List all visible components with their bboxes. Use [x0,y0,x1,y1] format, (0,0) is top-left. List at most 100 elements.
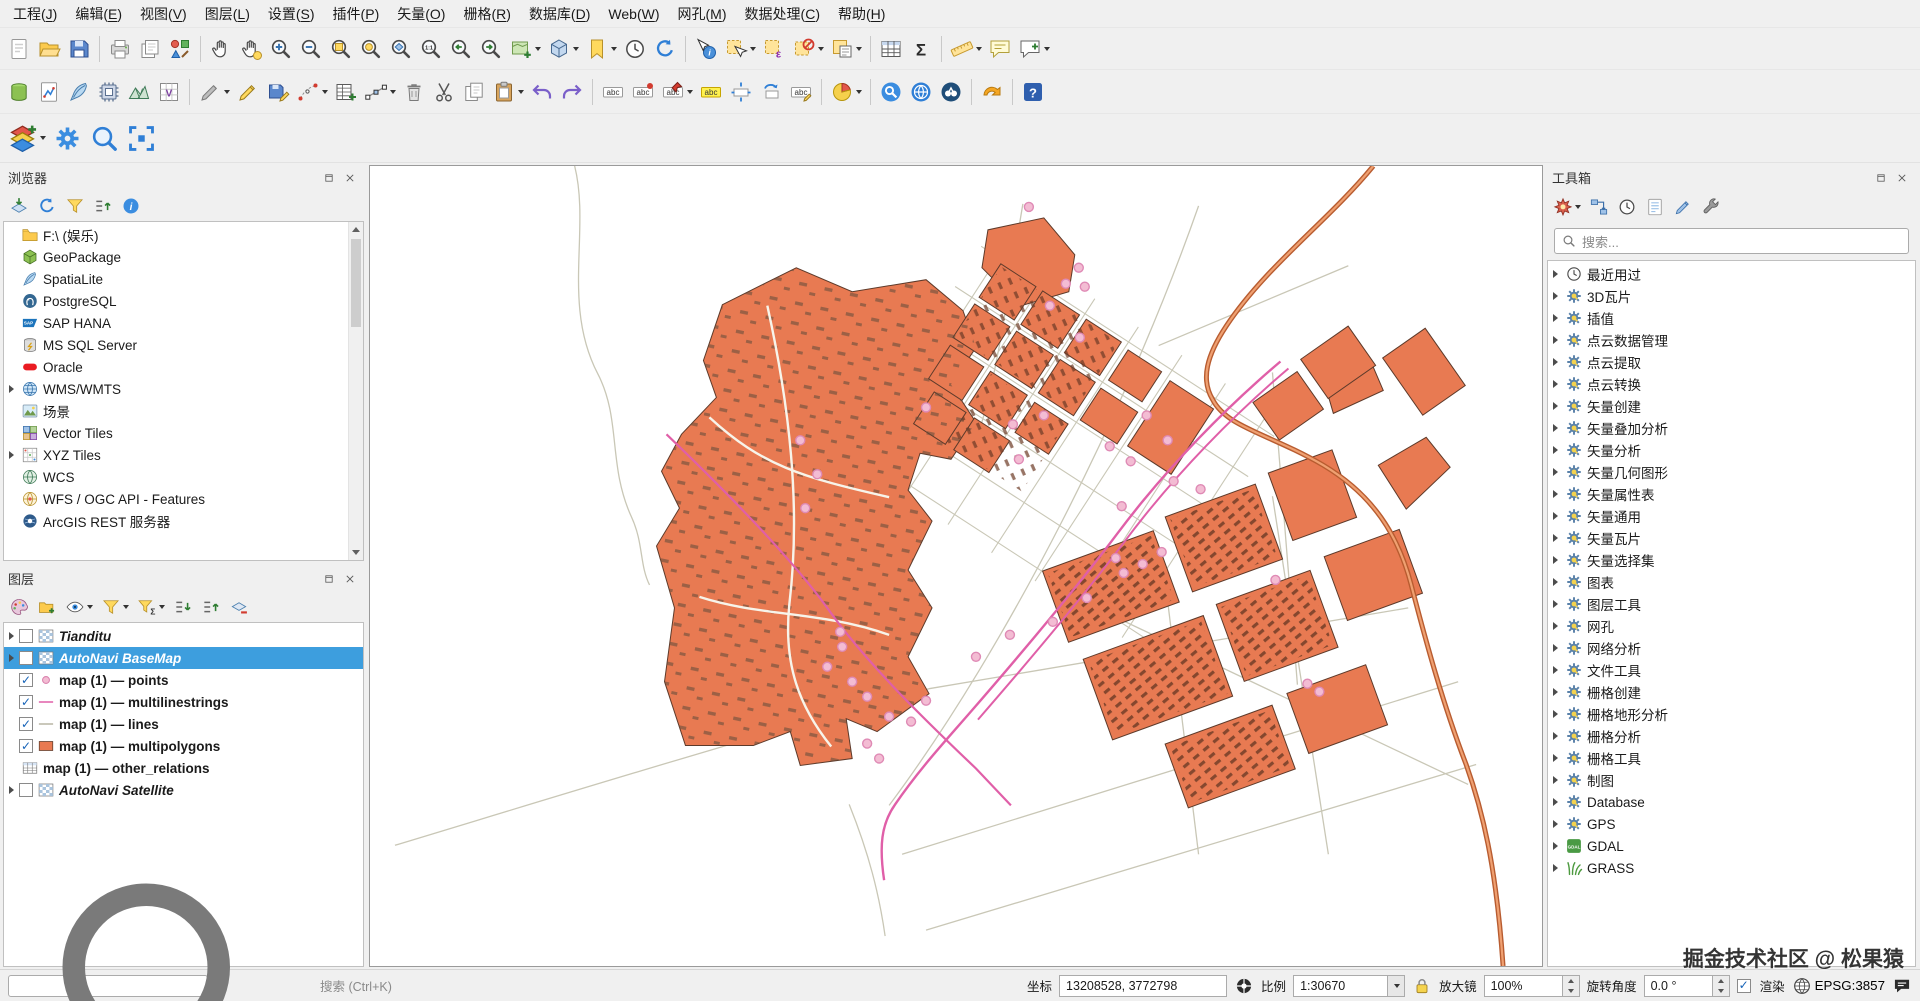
toolbox-group[interactable]: 矢量瓦片 [1548,527,1915,549]
change-label-button[interactable]: abc [787,78,815,106]
toolbox-group[interactable]: 矢量几何图形 [1548,461,1915,483]
web-globe-button[interactable] [907,78,935,106]
extent-toggle-button[interactable] [1234,976,1254,996]
scroll-down-arrow-icon[interactable] [349,545,363,560]
add-group-button[interactable] [35,595,59,619]
refresh-browser-button[interactable] [35,194,59,218]
toolbox-group[interactable]: 矢量叠加分析 [1548,417,1915,439]
toolbox-group[interactable]: 最近用过 [1548,263,1915,285]
expander-icon[interactable] [1548,417,1563,439]
toolbox-group[interactable]: 点云数据管理 [1548,329,1915,351]
scrollbar-thumb[interactable] [351,239,361,327]
layer-visibility-checkbox[interactable] [19,651,33,665]
new-virtual-layer-button[interactable]: V [155,78,183,106]
expander-icon[interactable] [1548,637,1563,659]
toolbox-group[interactable]: 图表 [1548,571,1915,593]
menu-item-e[interactable]: 编辑(E) [66,1,131,27]
expander-icon[interactable] [1548,813,1563,835]
results-viewer-button[interactable] [1643,195,1667,219]
plugin-settings-button[interactable] [50,121,85,156]
deselect-features-button[interactable] [790,35,826,63]
map-tips-button[interactable] [986,35,1014,63]
bookmarks-button[interactable] [583,35,619,63]
toolbox-group[interactable]: 栅格分析 [1548,725,1915,747]
layer-item[interactable]: map (1) — multilinestrings [4,691,363,713]
layers-close-button[interactable] [341,570,359,588]
layer-visibility-checkbox[interactable] [19,717,33,731]
style-manager-button[interactable] [166,35,194,63]
menu-item-w[interactable]: Web(W) [599,3,668,25]
pin-labels-button[interactable]: abc [659,78,695,106]
menu-item-p[interactable]: 插件(P) [324,1,389,27]
expander-icon[interactable] [1548,835,1563,857]
help-button[interactable]: ? [1019,78,1047,106]
diagram-button[interactable] [828,78,864,106]
magnifier-up-icon[interactable] [1563,976,1579,986]
browser-item[interactable]: GeoPackage [4,246,348,268]
expander-icon[interactable] [1548,747,1563,769]
toolbox-group[interactable]: Database [1548,791,1915,813]
expander-icon[interactable] [1548,373,1563,395]
expander-icon[interactable] [1548,681,1563,703]
filter-legend-button[interactable] [99,595,131,619]
browser-item[interactable]: F:\ (娱乐) [4,224,348,246]
toolbox-group[interactable]: 栅格地形分析 [1548,703,1915,725]
new-print-layout-button[interactable] [106,35,134,63]
coordinate-input[interactable]: 13208528, 3772798 [1059,975,1227,997]
menu-item-s[interactable]: 设置(S) [259,1,324,27]
layout-manager-button[interactable] [136,35,164,63]
zoom-next-button[interactable] [477,35,505,63]
highlight-labels-button[interactable]: abc [697,78,725,106]
statistics-button[interactable]: Σ [907,35,935,63]
rotation-spinbox[interactable]: 0.0 ° [1644,975,1730,997]
collapse-all-button[interactable] [91,194,115,218]
zoom-native-button[interactable]: 1:1 [417,35,445,63]
new-mesh-layer-button[interactable] [125,78,153,106]
pan-map-button[interactable] [207,35,235,63]
expander-icon[interactable] [1548,527,1563,549]
zoom-to-selection-button[interactable] [357,35,385,63]
expander-icon[interactable] [1548,549,1563,571]
new-map-view-button[interactable] [507,35,543,63]
select-by-form-button[interactable] [828,35,864,63]
menu-item-o[interactable]: 矢量(O) [388,1,454,27]
browser-item[interactable]: 场景 [4,400,348,422]
web-search-button[interactable] [877,78,905,106]
select-by-expression-button[interactable]: ε [760,35,788,63]
new-annotation-button[interactable] [1016,35,1052,63]
toolbox-group[interactable]: 栅格创建 [1548,681,1915,703]
manage-themes-button[interactable] [63,595,95,619]
zoom-last-button[interactable] [447,35,475,63]
expander-icon[interactable] [1548,263,1563,285]
new-temporary-layer-button[interactable] [95,78,123,106]
toolbox-group[interactable]: 矢量创建 [1548,395,1915,417]
plugin-tool-button[interactable] [978,78,1006,106]
label-single-button[interactable]: abc [629,78,657,106]
layer-item[interactable]: map (1) — lines [4,713,363,735]
new-spatialite-layer-button[interactable] [65,78,93,106]
menu-item-m[interactable]: 网孔(M) [669,1,736,27]
capture-extent-button[interactable] [124,121,159,156]
browser-item[interactable]: PostgreSQL [4,290,348,312]
collapse-layers-button[interactable] [199,595,223,619]
toolbox-group[interactable]: 文件工具 [1548,659,1915,681]
toolbox-group[interactable]: 网络分析 [1548,637,1915,659]
toolbox-group[interactable]: GPS [1548,813,1915,835]
browser-item[interactable]: Vector Tiles [4,422,348,444]
redo-button[interactable] [558,78,586,106]
expander-icon[interactable] [1548,769,1563,791]
zoom-to-layer-button[interactable] [387,35,415,63]
toolbox-group[interactable]: GDALGDAL [1548,835,1915,857]
browser-scrollbar[interactable] [348,222,363,560]
add-record-button[interactable] [332,78,360,106]
toolbox-group[interactable]: 矢量通用 [1548,505,1915,527]
current-edits-button[interactable] [196,78,232,106]
rotation-up-icon[interactable] [1713,976,1729,986]
layers-float-button[interactable] [320,570,338,588]
browser-item[interactable]: ArcGIS REST 服务器 [4,510,348,532]
toolbox-close-button[interactable] [1893,169,1911,187]
toolbox-group[interactable]: 点云转换 [1548,373,1915,395]
menu-item-d[interactable]: 数据库(D) [520,1,599,27]
remove-layer-button[interactable] [227,595,251,619]
filter-browser-button[interactable] [63,194,87,218]
